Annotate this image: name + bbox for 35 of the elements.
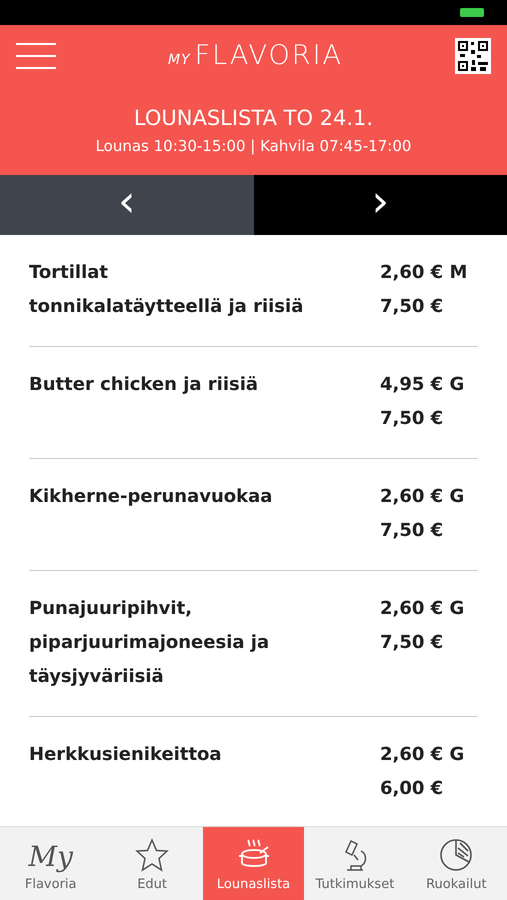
price: 7,50 €: [380, 519, 444, 543]
opening-hours: Lounas 10:30-15:00 | Kahvila 07:45-17:00: [94, 136, 412, 156]
dish-name: Butter chicken ja riisiä: [29, 373, 260, 397]
tab[interactable]: Ruokailut: [406, 827, 507, 900]
menu-icon[interactable]: [16, 42, 56, 70]
dish-name: Kikherne-perunavuokaa: [29, 485, 274, 509]
tab[interactable]: Lounaslista: [202, 827, 304, 900]
price: 2,60 € G: [380, 485, 464, 509]
price: 6,00 €: [380, 777, 444, 801]
my-icon-text: My: [28, 838, 73, 874]
page-title: LOUNASLISTA TO 24.1.: [132, 105, 374, 132]
price: 2,60 € M: [380, 261, 468, 285]
tab[interactable]: My Flavoria: [0, 827, 102, 900]
dish-name: Herkkusienikeittoa: [29, 743, 223, 767]
next-day-button[interactable]: ›: [254, 175, 507, 235]
star-icon: [134, 836, 170, 872]
logo-text: FLAVORIA: [194, 38, 344, 73]
dish-name: tonnikalatäytteellä ja riisiä: [29, 295, 304, 319]
price: 7,50 €: [380, 295, 444, 319]
dish-name: täysjyväriisiä: [29, 665, 165, 689]
logo-text: MY: [168, 50, 191, 70]
qr-code-icon[interactable]: [455, 38, 491, 74]
price: 7,50 €: [380, 407, 444, 431]
dish-name: Punajuuripihvit,: [29, 597, 194, 621]
price: 4,95 € G: [380, 373, 464, 397]
dish-name: Tortillat: [29, 261, 109, 285]
price: 2,60 € G: [380, 597, 464, 621]
tab[interactable]: Tutkimukset: [304, 827, 406, 900]
price: 7,50 €: [380, 631, 444, 655]
tab[interactable]: Edut: [101, 827, 203, 900]
previous-day-button[interactable]: ‹: [0, 175, 254, 235]
dish-name: piparjuurimajoneesia ja: [29, 631, 270, 655]
price: 2,60 € G: [380, 743, 464, 767]
pie-chart-icon: [438, 836, 474, 872]
battery-icon: [460, 8, 484, 17]
